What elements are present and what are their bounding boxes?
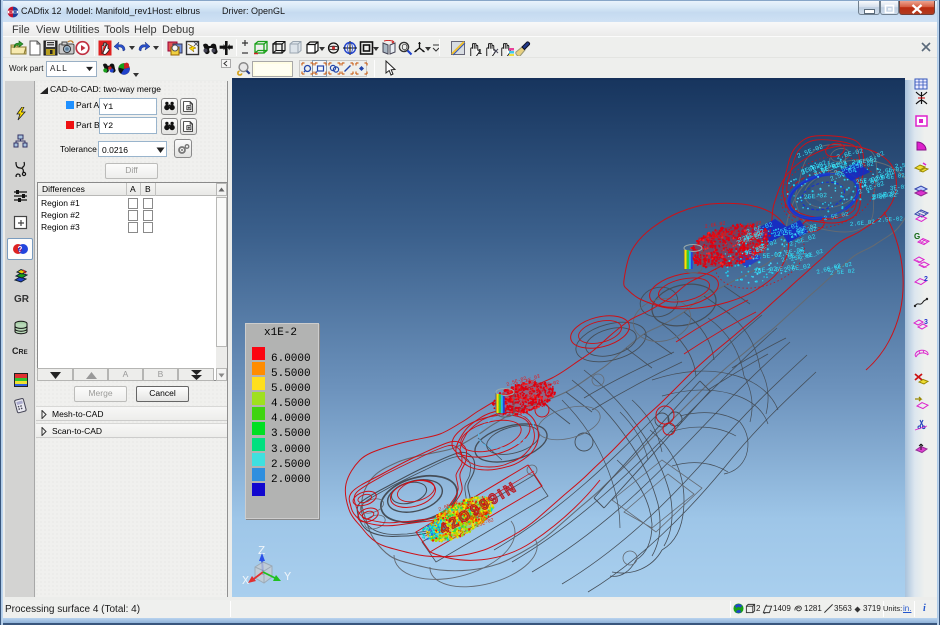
svg-text:3: 3 <box>924 319 928 326</box>
svg-text:2.6E_02: 2.6E_02 <box>849 218 875 228</box>
svg-text:Y: Y <box>284 570 291 584</box>
svg-text:2: 2 <box>924 276 928 283</box>
svg-text:2.5E-02: 2.5E-02 <box>878 215 904 224</box>
svg-text:2 5E 02: 2 5E 02 <box>823 211 849 222</box>
svg-text:2.5E-02: 2.5E-02 <box>894 160 905 170</box>
svg-text:G: G <box>914 232 920 241</box>
svg-text:1: 1 <box>478 49 482 56</box>
svg-text:X: X <box>242 574 249 588</box>
svg-text:?: ? <box>18 245 23 254</box>
svg-text:3E-02: 3E-02 <box>889 183 905 192</box>
svg-text:Q: Q <box>402 43 408 52</box>
